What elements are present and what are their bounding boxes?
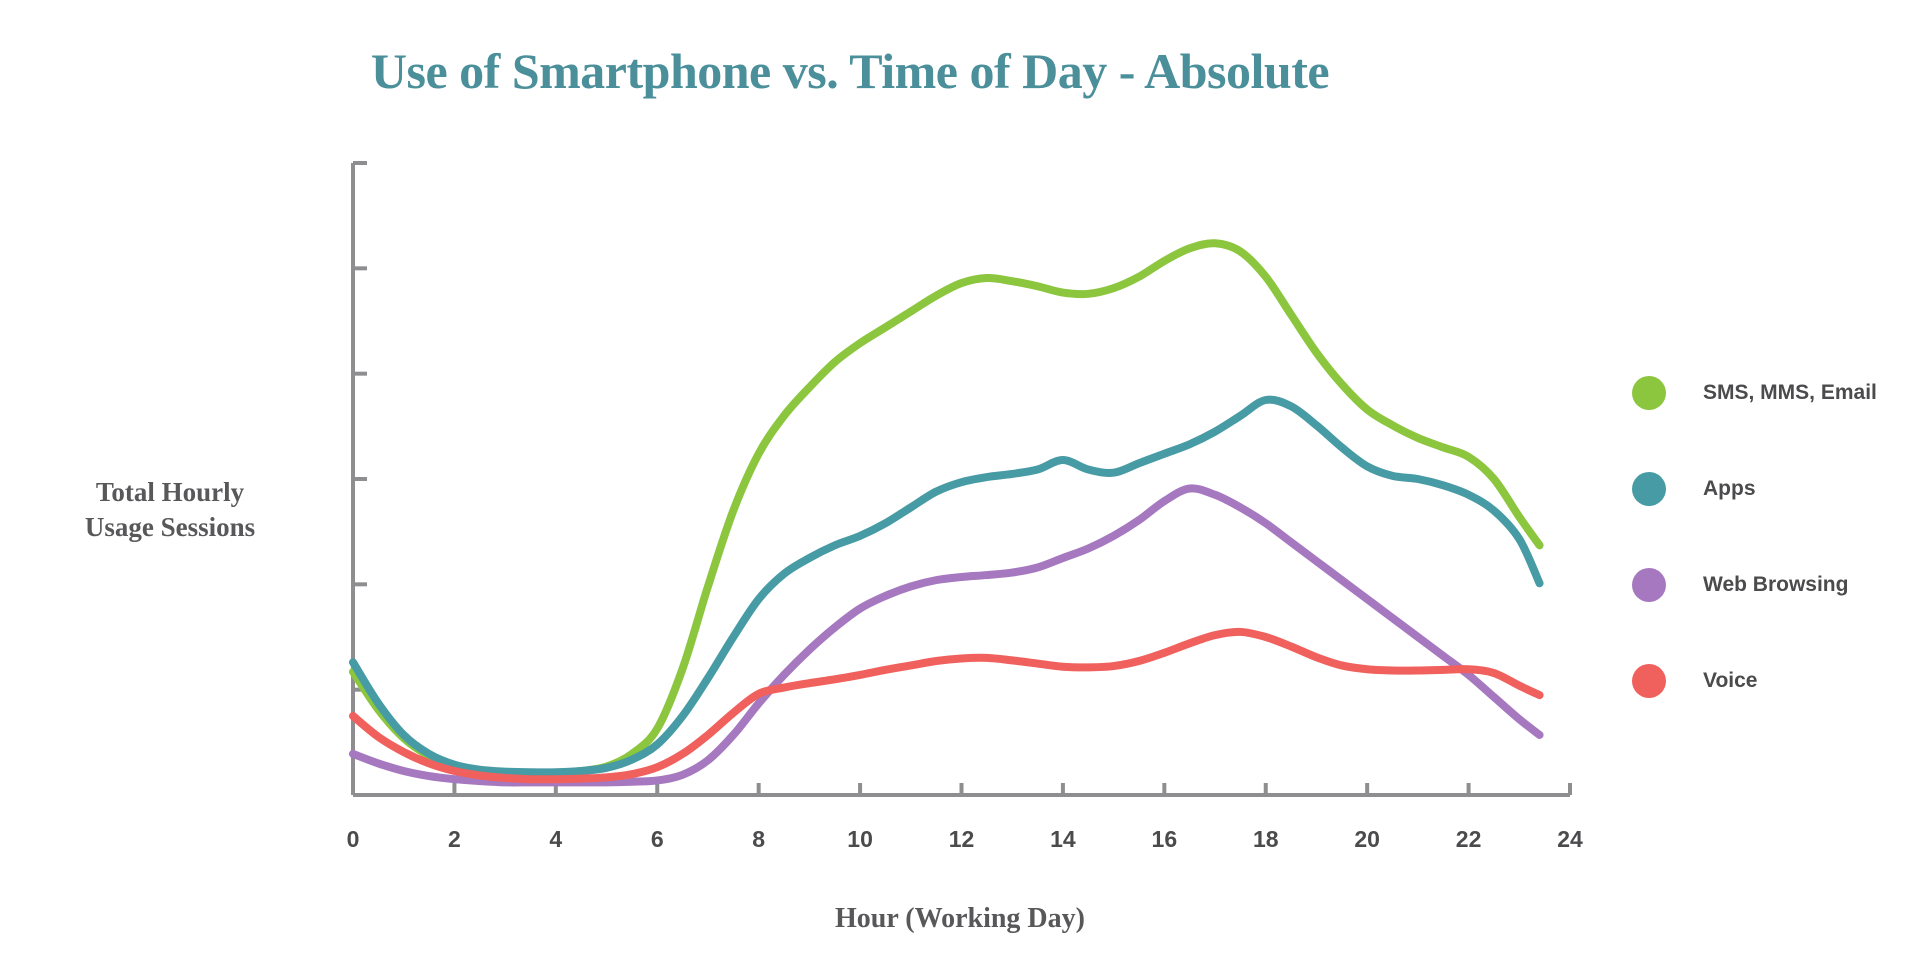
x-axis-tick-label: 4: [549, 826, 563, 852]
legend-item-label: Apps: [1703, 477, 1756, 500]
x-axis-tick-label: 6: [650, 826, 664, 852]
y-axis-title: Total Hourly Usage Sessions: [30, 475, 310, 544]
y-axis-title-line2: Usage Sessions: [84, 511, 256, 542]
series-line-web-browsing: [349, 484, 1544, 787]
x-axis-tick-label: 0: [346, 826, 360, 852]
x-axis-tick-label: 20: [1354, 826, 1380, 852]
legend-swatch-icon: [1632, 376, 1666, 410]
legend-item[interactable]: Voice: [1632, 633, 1912, 729]
x-axis-tick-label: 2: [448, 826, 461, 852]
series-line-voice: [349, 627, 1544, 784]
x-axis-tick-label: 12: [948, 826, 975, 852]
legend-swatch-icon: [1632, 568, 1666, 602]
x-axis-tick-label: 22: [1455, 826, 1482, 852]
legend-item-label: SMS, MMS, Email: [1703, 381, 1877, 404]
x-axis-tick-label: 8: [752, 826, 766, 852]
legend-swatch-icon: [1632, 472, 1666, 506]
legend-swatch-icon: [1632, 664, 1666, 698]
x-axis-tick-label: 14: [1050, 826, 1076, 852]
chart-page: Use of Smartphone vs. Time of Day - Abso…: [0, 0, 1920, 980]
legend-item-label: Voice: [1703, 669, 1758, 692]
x-axis-tick-label: 24: [1557, 826, 1583, 852]
x-axis-tick-label: 18: [1252, 826, 1279, 852]
legend-item[interactable]: SMS, MMS, Email: [1632, 345, 1912, 441]
y-axis-title-line1: Total Hourly: [95, 477, 245, 507]
legend-item[interactable]: Apps: [1632, 441, 1912, 537]
x-axis-title: Hour (Working Day): [835, 903, 1085, 934]
x-axis-tick-label: 10: [847, 826, 873, 852]
x-axis-tick-label: 16: [1151, 826, 1178, 852]
series-line-apps: [349, 395, 1544, 777]
series-lines: [349, 239, 1544, 787]
legend: SMS, MMS, Email Apps Web Browsing Voice: [1632, 345, 1912, 729]
series-line-sms-mms-email: [349, 239, 1544, 778]
legend-item-label: Web Browsing: [1703, 573, 1849, 596]
legend-item[interactable]: Web Browsing: [1632, 537, 1912, 633]
